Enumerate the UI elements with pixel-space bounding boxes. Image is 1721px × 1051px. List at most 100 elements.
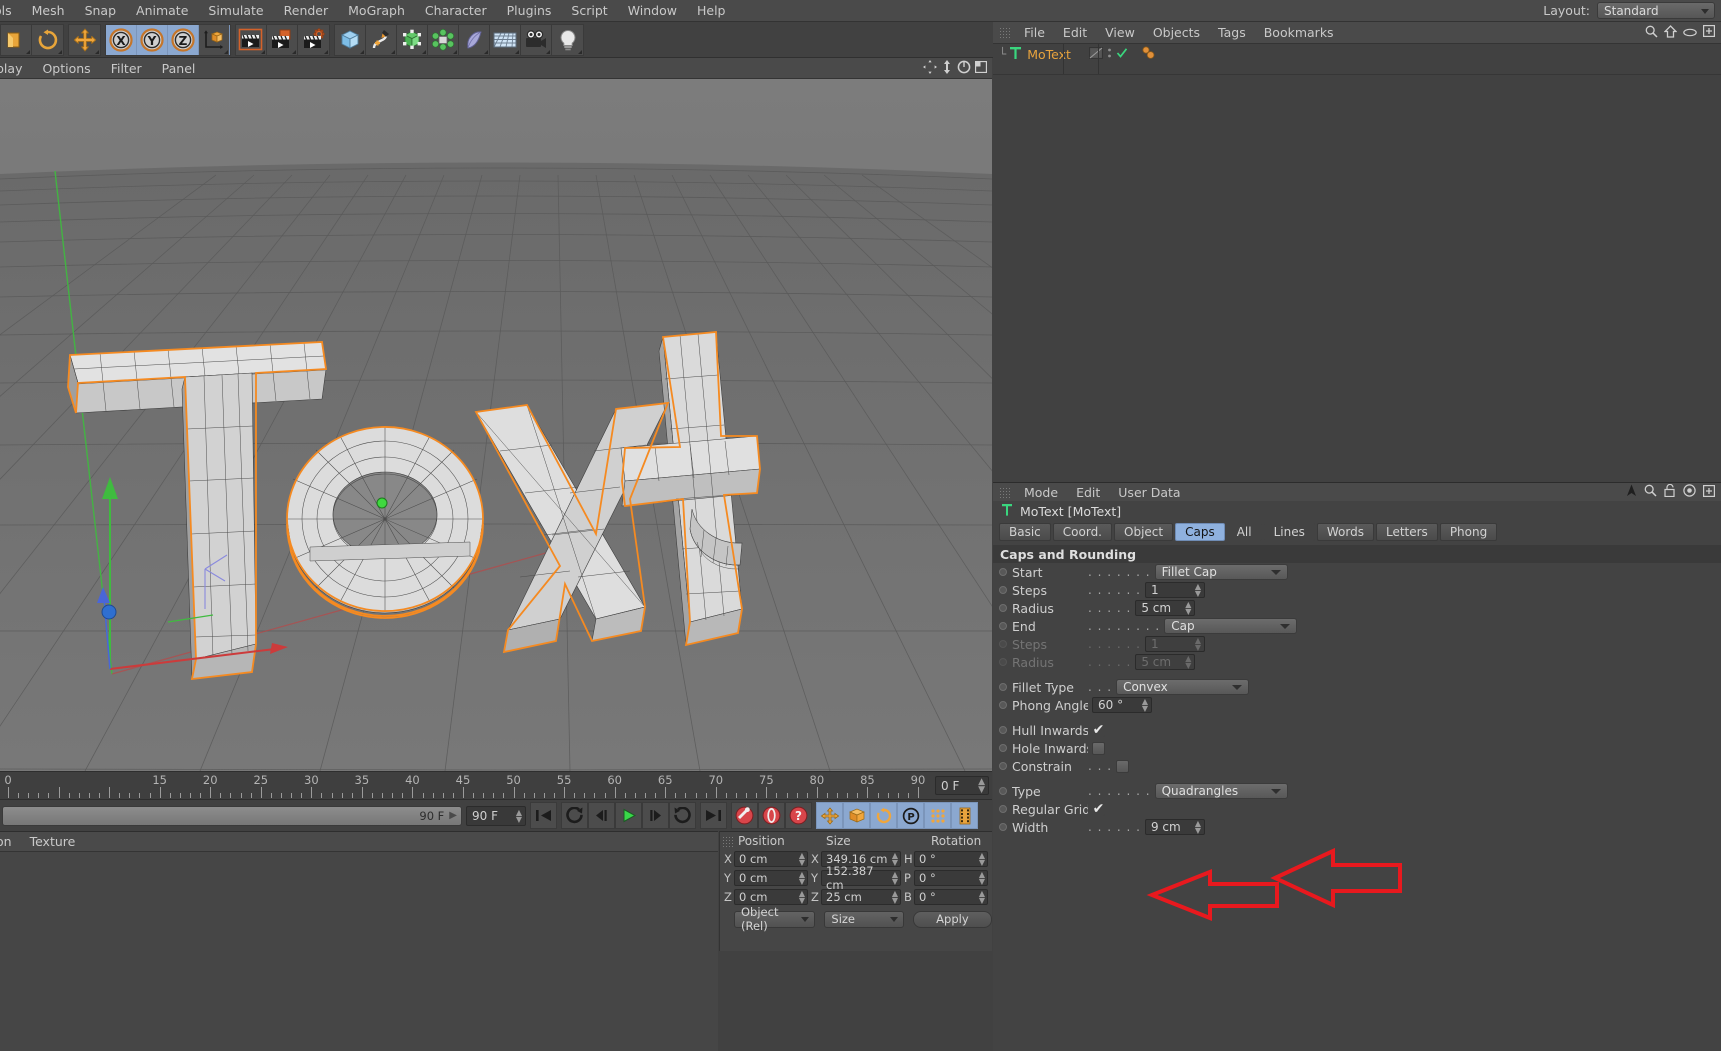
attribute-field-phong-angle[interactable]: 60 ° ▲ ▼ [1092, 697, 1152, 713]
attribute-checkbox-constrain[interactable] [1116, 759, 1130, 773]
attribute-select-type[interactable]: Quadrangles [1154, 783, 1288, 799]
camera-icon[interactable] [521, 24, 552, 55]
rotation-p-field[interactable]: 0 ° ▲ ▼ [914, 870, 988, 886]
y-axis-lock-icon[interactable]: Y [137, 24, 168, 55]
animate-track-dot-icon[interactable] [999, 762, 1007, 770]
search-icon[interactable] [1645, 25, 1658, 41]
object-manager-grip-icon[interactable] [999, 27, 1010, 38]
cursor-icon[interactable] [1626, 484, 1637, 500]
attribute-select-start-cap[interactable]: Fillet Cap [1154, 564, 1288, 580]
spline-pen-icon[interactable] [366, 24, 397, 55]
animate-track-dot-icon[interactable] [999, 640, 1007, 648]
attribute-field-start-radius[interactable]: 5 cm ▲ ▼ [1135, 600, 1196, 616]
animate-track-dot-icon[interactable] [999, 604, 1007, 612]
position-x-field[interactable]: 0 cm ▲ ▼ [734, 851, 808, 867]
animate-track-dot-icon[interactable] [999, 701, 1007, 709]
current-frame-field[interactable]: 0 F ▲ ▼ [935, 776, 989, 795]
attribute-spinner-width[interactable]: ▲ ▼ [1195, 820, 1201, 835]
timeline-button[interactable] [951, 802, 978, 829]
render-view-icon[interactable] [236, 24, 267, 55]
attribute-menu-mode[interactable]: Mode [1015, 484, 1067, 501]
coord-mode-select[interactable]: Object (Rel) [734, 905, 816, 933]
tab-words[interactable]: Words [1316, 523, 1374, 541]
viewport-3d[interactable] [0, 79, 992, 771]
menu-item-0[interactable]: ols [0, 1, 22, 20]
preview-range-bar[interactable]: 90 F ▶ [2, 805, 462, 826]
viewport-menu-display[interactable]: play [0, 60, 32, 77]
goto-start-button[interactable] [530, 802, 557, 829]
object-enabled-check-icon[interactable] [1116, 47, 1128, 62]
object-menu-bookmarks[interactable]: Bookmarks [1255, 24, 1343, 41]
plus-icon[interactable] [1703, 484, 1716, 500]
menu-item-window[interactable]: Window [618, 1, 687, 20]
mograph-tag-icon[interactable] [1141, 46, 1159, 63]
attribute-spinner-start-steps[interactable]: ▲ ▼ [1195, 583, 1201, 598]
attribute-spinner-start-radius[interactable]: ▲ ▼ [1185, 601, 1191, 616]
rotation-b-field[interactable]: 0 ° ▲ ▼ [914, 889, 988, 905]
light-icon[interactable] [552, 25, 583, 55]
tab-all[interactable]: All [1226, 523, 1262, 541]
material-menu-creation[interactable]: on [0, 833, 21, 850]
end-frame-spinner[interactable]: ▲ ▼ [516, 808, 522, 823]
attribute-menu-edit[interactable]: Edit [1067, 484, 1109, 501]
object-manager-body[interactable]: └ MoText [993, 44, 1721, 480]
autokey-button[interactable] [758, 802, 785, 829]
step-forward-button[interactable] [642, 802, 669, 829]
object-menu-edit[interactable]: Edit [1054, 24, 1096, 41]
scale-key-button[interactable] [843, 802, 870, 829]
grip-dots-icon[interactable] [722, 835, 733, 847]
viewport-menu-panel[interactable]: Panel [152, 60, 206, 77]
menu-item-help[interactable]: Help [687, 1, 736, 20]
material-menu-texture[interactable]: Texture [21, 833, 85, 850]
menu-item-snap[interactable]: Snap [75, 1, 126, 20]
range-play-icon[interactable]: ▶ [449, 810, 457, 821]
previous-key-button[interactable] [561, 802, 588, 829]
tab-letters[interactable]: Letters [1375, 523, 1438, 541]
animate-track-dot-icon[interactable] [999, 805, 1007, 813]
viewport-menu-filter[interactable]: Filter [101, 60, 152, 77]
rotation-h-field[interactable]: 0 ° ▲ ▼ [914, 851, 988, 867]
tab-lines[interactable]: Lines [1263, 523, 1315, 541]
eye-icon[interactable] [1683, 25, 1697, 40]
step-back-button[interactable] [588, 802, 615, 829]
lock-icon[interactable] [1664, 483, 1676, 500]
attribute-manager-grip-icon[interactable] [999, 486, 1010, 498]
menu-item-mesh[interactable]: Mesh [22, 1, 75, 20]
plus-icon[interactable] [1703, 25, 1716, 40]
size-z-field[interactable]: 25 cm ▲ ▼ [821, 889, 901, 905]
animate-track-dot-icon[interactable] [999, 586, 1007, 594]
rotation-key-button[interactable] [870, 802, 897, 829]
goto-end-button[interactable] [700, 802, 727, 829]
tab-phong[interactable]: Phong [1439, 523, 1498, 541]
coord-size-select[interactable]: Size [824, 910, 904, 928]
redo-icon[interactable] [32, 25, 63, 55]
attribute-menu-user-data[interactable]: User Data [1109, 484, 1189, 501]
attribute-spinner-phong-angle[interactable]: ▲ ▼ [1142, 698, 1148, 713]
scale-view-icon[interactable] [941, 59, 953, 77]
object-row-motext[interactable]: └ MoText [993, 44, 1721, 64]
tab-caps[interactable]: Caps [1175, 523, 1225, 541]
attribute-select-end-cap[interactable]: Cap [1164, 618, 1298, 634]
record-key-button[interactable] [731, 802, 758, 829]
menu-item-animate[interactable]: Animate [126, 1, 198, 20]
animate-track-dot-icon[interactable] [999, 726, 1007, 734]
attribute-checkbox-hull-inwards[interactable]: ✔ [1092, 722, 1105, 738]
timeline-ruler[interactable]: 0 15 20 25 30 35 40 45 50 55 60 65 70 75 80 85 90 [0, 772, 930, 800]
world-object-axis-icon[interactable] [199, 24, 230, 55]
menu-item-render[interactable]: Render [274, 1, 339, 20]
home-icon[interactable] [1663, 24, 1678, 41]
animate-track-dot-icon[interactable] [999, 823, 1007, 831]
object-menu-view[interactable]: View [1096, 24, 1144, 41]
tab-coord[interactable]: Coord. [1052, 523, 1112, 541]
object-visibility-dots-icon[interactable] [1107, 47, 1112, 62]
menu-item-character[interactable]: Character [415, 1, 497, 20]
timeline-ruler-bar[interactable]: 0 15 20 25 30 35 40 45 50 55 60 65 70 75 80 85 90 0 F ▲ ▼ [0, 771, 992, 799]
maximize-view-icon[interactable] [974, 60, 988, 76]
attribute-select-fillet-type[interactable]: Convex [1116, 679, 1250, 695]
object-menu-objects[interactable]: Objects [1144, 24, 1209, 41]
undo-icon[interactable] [1, 24, 32, 55]
x-axis-lock-icon[interactable]: X [106, 24, 137, 55]
attribute-spinner-end-radius[interactable]: ▲ ▼ [1185, 655, 1191, 670]
animate-track-dot-icon[interactable] [999, 568, 1007, 576]
position-y-field[interactable]: 0 cm ▲ ▼ [734, 870, 808, 886]
